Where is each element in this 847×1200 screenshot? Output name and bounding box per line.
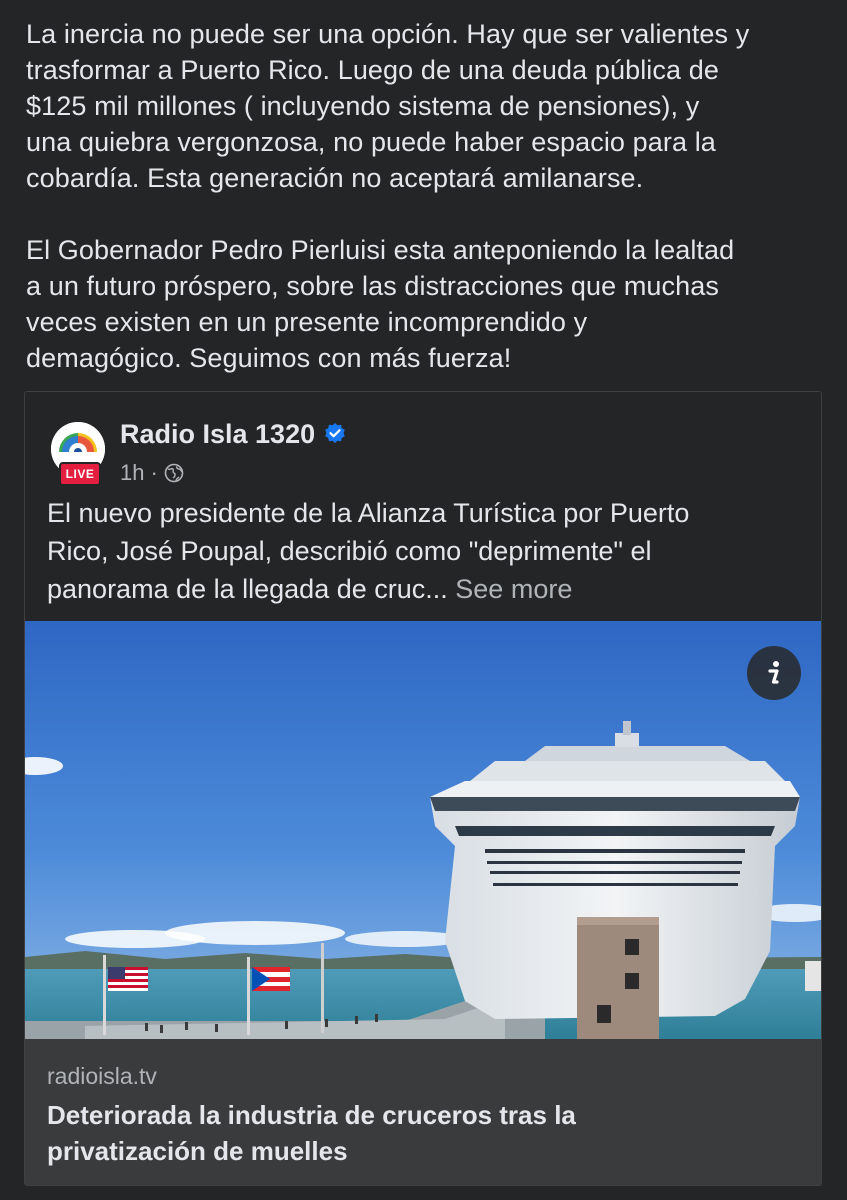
shared-post-card[interactable]: LIVE Radio Isla 1320 1h · El nuevo presi xyxy=(24,391,822,1186)
info-button[interactable] xyxy=(747,646,801,700)
shared-post-text: El nuevo presidente de la Alianza Turíst… xyxy=(47,494,807,608)
post-caption: La inercia no puede ser una opción. Hay … xyxy=(26,16,826,376)
cruise-ship-photo xyxy=(25,621,821,1039)
shared-post-body: El nuevo presidente de la Alianza Turíst… xyxy=(47,498,690,604)
info-icon xyxy=(768,661,779,684)
page-name-row: Radio Isla 1320 xyxy=(120,414,347,454)
post-paragraph-2: El Gobernador Pedro Pierluisi esta antep… xyxy=(26,235,735,373)
page-name[interactable]: Radio Isla 1320 xyxy=(120,419,315,450)
link-preview-image[interactable] xyxy=(25,621,821,1039)
see-more-link[interactable]: See more xyxy=(455,574,572,604)
post-paragraph-1: La inercia no puede ser una opción. Hay … xyxy=(26,19,750,193)
link-preview-footer[interactable]: radioisla.tv Deteriorada la industria de… xyxy=(25,1039,821,1185)
meta-separator: · xyxy=(150,460,158,485)
link-domain: radioisla.tv xyxy=(47,1063,157,1089)
post-timestamp[interactable]: 1h xyxy=(120,460,144,486)
post-meta: 1h · xyxy=(120,458,184,488)
globe-icon xyxy=(164,463,184,483)
verified-badge-icon xyxy=(323,422,347,446)
shared-post-header: LIVE Radio Isla 1320 1h · El nuevo presi xyxy=(25,392,821,622)
link-title[interactable]: Deteriorada la industria de cruceros tra… xyxy=(47,1097,787,1169)
live-badge: LIVE xyxy=(59,462,101,486)
